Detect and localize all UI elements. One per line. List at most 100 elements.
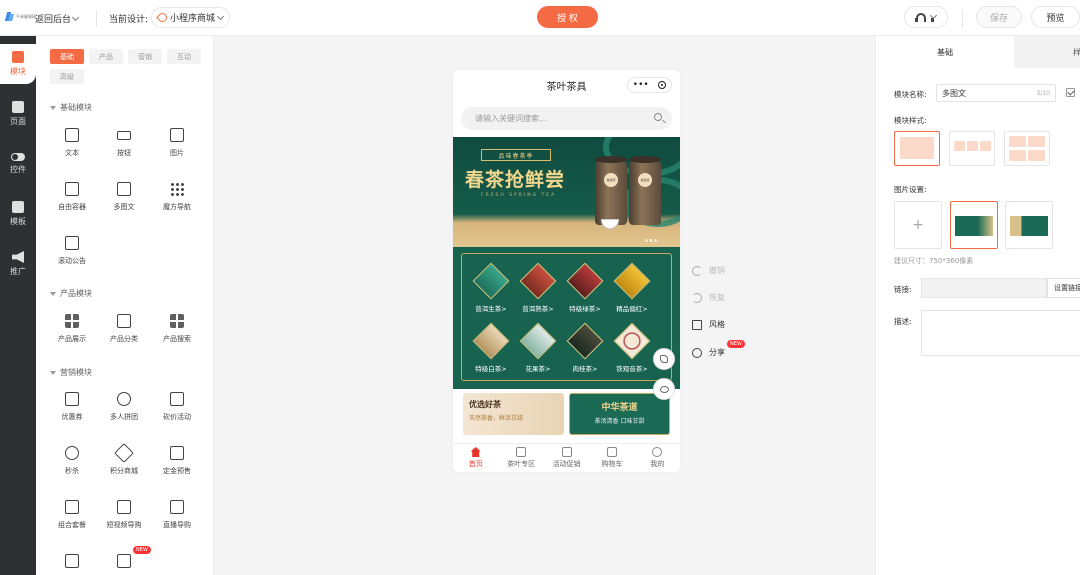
module-combo[interactable]: 组合套餐 [47, 500, 97, 540]
chat-float-button[interactable] [653, 378, 675, 400]
carousel-dots[interactable] [645, 239, 658, 242]
tab-cart[interactable]: 购物车 [589, 444, 634, 472]
show-name-checkbox[interactable] [1066, 88, 1075, 97]
tab-advanced[interactable]: 高级 [50, 69, 84, 84]
link-input[interactable] [921, 278, 1047, 298]
module-extra-1[interactable] [47, 554, 97, 575]
design-select[interactable]: 小程序商城 [151, 7, 231, 28]
module-scroll-notice[interactable]: 滚动公告 [47, 236, 97, 276]
megaphone-icon [12, 251, 24, 263]
module-product-category[interactable]: 产品分类 [99, 314, 149, 354]
back-to-admin-link[interactable]: 返回后台 [35, 12, 80, 25]
image-thumbnail [1010, 216, 1048, 236]
category-label: 铁观音茶> [616, 365, 648, 373]
style-button[interactable]: 风格 [692, 319, 725, 330]
category-label: 普洱生茶> [475, 305, 507, 313]
module-multi-image-text[interactable]: 多图文 [99, 182, 149, 222]
image-slot-1[interactable] [950, 201, 998, 249]
set-link-button[interactable]: 设置链接 [1047, 278, 1080, 298]
preview-button[interactable]: 预览 [1031, 6, 1080, 28]
promo-card-left[interactable]: 优选好茶 天然茶香，鲜活甘甜 [463, 393, 564, 435]
category-item[interactable]: 特级白茶> [468, 322, 514, 381]
tab-marketing[interactable]: 营销 [128, 49, 162, 64]
module-presale[interactable]: 定金预售 [152, 446, 202, 486]
style-option-single[interactable] [894, 131, 940, 166]
category-item[interactable]: 普洱生茶> [468, 262, 514, 321]
image-slot-2[interactable] [1005, 201, 1053, 249]
module-live[interactable]: 直播导购 [152, 500, 202, 540]
rail-item-promote[interactable]: 推广 [0, 244, 36, 284]
category-item[interactable]: 花果茶> [515, 322, 561, 381]
shirt-icon [692, 319, 702, 330]
notice-icon [65, 236, 79, 250]
rail-item-control[interactable]: 控件 [0, 144, 36, 184]
tea-can-image: 金骏眉 [629, 156, 661, 225]
module-short-video[interactable]: 短视频导购 [99, 500, 149, 540]
module-product-display[interactable]: 产品展示 [47, 314, 97, 354]
mini-program-capsule[interactable]: ••• [627, 77, 672, 93]
module-label: 积分商城 [110, 467, 138, 475]
search-bar[interactable]: 请输入关键词搜索... [461, 107, 672, 130]
tab-tea-zone[interactable]: 茶叶专区 [498, 444, 543, 472]
section-marketing-header[interactable]: 营销模块 [50, 367, 92, 378]
rail-item-template[interactable]: 模板 [0, 194, 36, 234]
image-settings-label: 图片设置: [894, 185, 927, 194]
size-hint: 建议尺寸：750*360像素 [894, 257, 974, 265]
description-label: 描述: [894, 317, 912, 326]
category-item[interactable]: 肉桂茶> [562, 322, 608, 381]
tab-product[interactable]: 产品 [89, 49, 123, 64]
tab-me[interactable]: 我的 [635, 444, 680, 472]
style-option-three[interactable] [949, 131, 995, 166]
section-title: 产品模块 [60, 289, 92, 298]
module-name-input[interactable]: 多图文 3/10 [936, 84, 1056, 102]
category-item[interactable]: 普洱熟茶> [515, 262, 561, 321]
module-coupon[interactable]: 优惠券 [47, 392, 97, 432]
module-extra-2[interactable] [99, 554, 149, 575]
module-label: 自由容器 [58, 203, 86, 211]
tab-interaction[interactable]: 互动 [167, 49, 201, 64]
category-item[interactable]: 精品偏红> [609, 262, 655, 321]
add-image-button[interactable]: + [894, 201, 942, 249]
redo-button[interactable]: 恢复 [692, 292, 725, 303]
module-free-container[interactable]: 自由容器 [47, 182, 97, 222]
module-label: 组合套餐 [58, 521, 86, 529]
tool-label: 分享 [709, 348, 725, 357]
rail-item-module[interactable]: 模块 [0, 44, 36, 84]
module-bargain[interactable]: 砍价活动 [152, 392, 202, 432]
module-group-buy[interactable]: 多人拼团 [99, 392, 149, 432]
tool-label: 撤销 [709, 266, 725, 275]
grid-dots-icon [170, 182, 184, 196]
module-flash-sale[interactable]: 秒杀 [47, 446, 97, 486]
section-product-header[interactable]: 产品模块 [50, 288, 92, 299]
user-icon [652, 447, 663, 457]
module-cube-nav[interactable]: 魔方导航 [152, 182, 202, 222]
section-title: 基础模块 [60, 103, 92, 112]
authorize-button[interactable]: 授 权 [537, 6, 598, 28]
module-points-mall[interactable]: 积分商城 [99, 443, 149, 486]
section-basic-header[interactable]: 基础模块 [50, 102, 92, 113]
description-textarea[interactable] [921, 310, 1080, 356]
style-preview [1028, 150, 1045, 161]
tab-basic[interactable]: 基础 [50, 49, 84, 64]
module-button[interactable]: 按钮 [99, 128, 149, 168]
module-product-search[interactable]: 产品搜索 [152, 314, 202, 354]
category-item[interactable]: 铁观音茶> [609, 322, 655, 381]
hero-banner[interactable]: 品味春茶季 春茶抢鲜尝 FRESH SPRING TEA 金骏眉 金骏眉 [453, 137, 680, 247]
tab-home[interactable]: 首页 [453, 444, 498, 472]
close-target-icon [658, 81, 667, 89]
module-image[interactable]: 图片 [152, 128, 202, 168]
promo-card-right[interactable]: 中华茶道 茶汤清香 口味甘甜 [569, 393, 670, 435]
rail-item-page[interactable]: 页面 [0, 94, 36, 134]
module-text[interactable]: 文本 [47, 128, 97, 168]
style-preview [900, 137, 934, 159]
tab-promotions[interactable]: 活动促销 [544, 444, 589, 472]
tab-style-settings[interactable]: 样 [1014, 36, 1080, 68]
category-item[interactable]: 特级绿茶> [562, 262, 608, 321]
share-button[interactable]: 分享 [692, 347, 725, 358]
style-option-four[interactable] [1004, 131, 1050, 166]
undo-button[interactable]: 撤销 [692, 265, 725, 276]
tab-basic-settings[interactable]: 基础 [876, 36, 1014, 68]
customer-service-button[interactable] [904, 6, 948, 28]
save-button[interactable]: 保存 [976, 6, 1022, 28]
call-float-button[interactable] [653, 348, 675, 370]
